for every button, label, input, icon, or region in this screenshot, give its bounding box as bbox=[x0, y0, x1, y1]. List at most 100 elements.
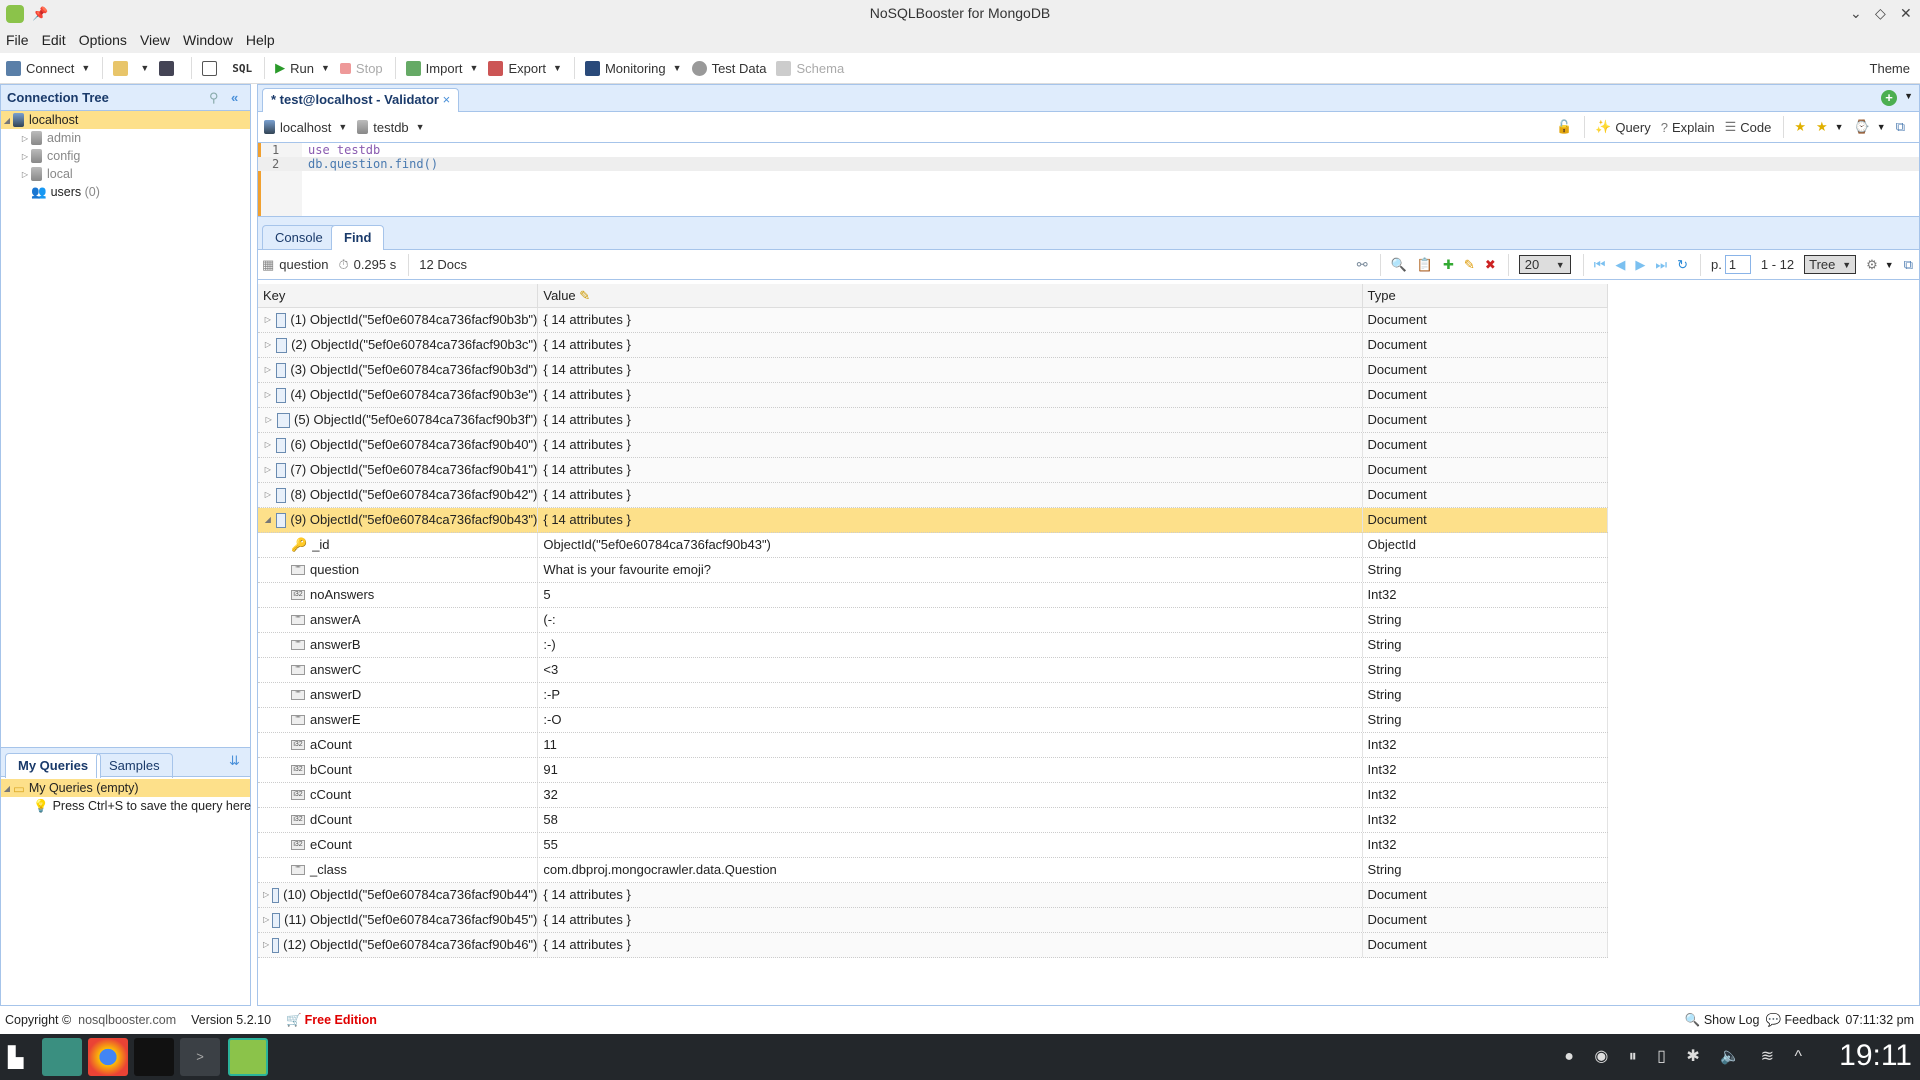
document-row[interactable]: ▷ (12) ObjectId("5ef0e60784ca736facf90b46… bbox=[258, 933, 1608, 958]
document-row[interactable]: ▷ (7) ObjectId("5ef0e60784ca736facf90b41"… bbox=[258, 458, 1608, 483]
refresh-icon[interactable]: ↻ bbox=[1677, 257, 1688, 273]
feedback-button[interactable]: 💬 Feedback bbox=[1765, 1013, 1839, 1028]
maximize-results-icon[interactable]: ⧉ bbox=[1904, 257, 1913, 273]
tab-find[interactable]: Find bbox=[331, 225, 385, 250]
value-cell[interactable]: What is your favourite emoji? bbox=[538, 558, 1363, 582]
page-size-select[interactable]: 20 ▼ bbox=[1518, 255, 1571, 274]
view-document-icon[interactable]: 🔍 bbox=[1391, 257, 1407, 273]
value-cell[interactable]: (-: bbox=[538, 608, 1363, 632]
value-cell[interactable]: 11 bbox=[538, 733, 1363, 757]
document-row[interactable]: ◢ (9) ObjectId("5ef0e60784ca736facf90b43"… bbox=[258, 508, 1608, 533]
view-mode-select[interactable]: Tree ▼ bbox=[1804, 255, 1857, 274]
field-row[interactable]: i32 bCount 91 Int32 bbox=[258, 758, 1608, 783]
minimize-icon[interactable]: ⌄ bbox=[1850, 0, 1862, 27]
collapse-panel-icon[interactable]: « bbox=[231, 90, 238, 105]
tree-item-admin[interactable]: ▷ admin bbox=[1, 129, 250, 147]
collapsed-icon[interactable]: ▷ bbox=[263, 933, 269, 957]
database-select[interactable]: testdb ▼ bbox=[357, 120, 425, 135]
open-button[interactable]: ▼ bbox=[113, 60, 149, 76]
favorites-icon[interactable]: ★ ▼ bbox=[1816, 119, 1844, 135]
column-value[interactable]: Value ✎ bbox=[538, 284, 1363, 307]
add-favorite-icon[interactable]: ★ bbox=[1794, 119, 1806, 135]
document-row[interactable]: ▷ (10) ObjectId("5ef0e60784ca736facf90b44… bbox=[258, 883, 1608, 908]
value-cell[interactable]: 91 bbox=[538, 758, 1363, 782]
field-row[interactable]: "" question What is your favourite emoji? S… bbox=[258, 558, 1608, 583]
tab-samples[interactable]: Samples bbox=[96, 753, 173, 778]
value-cell[interactable]: <3 bbox=[538, 658, 1363, 682]
stop-button[interactable]: Stop bbox=[339, 61, 383, 76]
field-row[interactable]: i32 cCount 32 Int32 bbox=[258, 783, 1608, 808]
shell-button[interactable] bbox=[202, 60, 222, 76]
collapsed-icon[interactable]: ▷ bbox=[263, 483, 273, 507]
expanded-icon[interactable]: ◢ bbox=[263, 508, 273, 532]
document-row[interactable]: ▷ (6) ObjectId("5ef0e60784ca736facf90b40"… bbox=[258, 433, 1608, 458]
value-cell[interactable]: 32 bbox=[538, 783, 1363, 807]
nosqlbooster-app-icon[interactable] bbox=[228, 1038, 268, 1076]
field-row[interactable]: i32 noAnswers 5 Int32 bbox=[258, 583, 1608, 608]
history-icon[interactable]: ⌚ ▼ bbox=[1854, 119, 1886, 135]
field-row[interactable]: "" answerC <3 String bbox=[258, 658, 1608, 683]
collapsed-icon[interactable]: ▷ bbox=[263, 883, 269, 907]
collapsed-icon[interactable]: ▷ bbox=[263, 908, 269, 932]
value-cell[interactable]: { 14 attributes } bbox=[538, 508, 1363, 532]
collapsed-icon[interactable]: ▷ bbox=[263, 308, 273, 332]
chrome-app-icon[interactable] bbox=[88, 1038, 128, 1076]
value-cell[interactable]: :-O bbox=[538, 708, 1363, 732]
value-cell[interactable]: :-P bbox=[538, 683, 1363, 707]
field-row[interactable]: "" _class com.dbproj.mongocrawler.data.Que… bbox=[258, 858, 1608, 883]
prev-page-icon[interactable]: ◀ bbox=[1615, 257, 1625, 273]
document-row[interactable]: ▷ (11) ObjectId("5ef0e60784ca736facf90b45… bbox=[258, 908, 1608, 933]
close-icon[interactable]: ✕ bbox=[1900, 0, 1912, 27]
settings-icon[interactable]: ⚙ ▼ bbox=[1866, 257, 1894, 273]
maximize-icon[interactable]: ◇ bbox=[1875, 0, 1886, 27]
start-menu-icon[interactable]: ▙ bbox=[8, 1045, 23, 1070]
first-page-icon[interactable]: ⏮ bbox=[1594, 257, 1606, 273]
document-row[interactable]: ▷ (1) ObjectId("5ef0e60784ca736facf90b3b"… bbox=[258, 308, 1608, 333]
menu-help[interactable]: Help bbox=[246, 32, 275, 48]
menu-window[interactable]: Window bbox=[183, 32, 233, 48]
delete-document-icon[interactable]: ✖ bbox=[1485, 257, 1496, 273]
value-cell[interactable]: ObjectId("5ef0e60784ca736facf90b43") bbox=[538, 533, 1363, 557]
expand-down-icon[interactable]: ⇊ bbox=[229, 753, 240, 769]
value-cell[interactable]: 5 bbox=[538, 583, 1363, 607]
menu-options[interactable]: Options bbox=[79, 32, 127, 48]
tree-item-users[interactable]: 👥 users (0) bbox=[1, 183, 250, 201]
maximize-editor-icon[interactable]: ⧉ bbox=[1896, 119, 1905, 135]
export-button[interactable]: Export ▼ bbox=[488, 60, 562, 76]
chevron-down-icon[interactable]: ▼ bbox=[1904, 91, 1913, 101]
field-row[interactable]: "" answerA (-: String bbox=[258, 608, 1608, 633]
collapsed-icon[interactable]: ▷ bbox=[263, 458, 273, 482]
field-row[interactable]: "" answerB:-) String bbox=[258, 633, 1608, 658]
value-cell[interactable]: 58 bbox=[538, 808, 1363, 832]
field-row[interactable]: 🔑 _id ObjectId("5ef0e60784ca736facf90b43")… bbox=[258, 533, 1608, 558]
document-row[interactable]: ▷ (4) ObjectId("5ef0e60784ca736facf90b3e"… bbox=[258, 383, 1608, 408]
value-cell[interactable]: { 14 attributes } bbox=[538, 408, 1363, 432]
collapsed-icon[interactable]: ▷ bbox=[263, 333, 273, 357]
menu-file[interactable]: File bbox=[6, 32, 29, 48]
run-button[interactable]: ▶ Run ▼ bbox=[275, 60, 330, 76]
tab-validator[interactable]: * test@localhost - Validator × bbox=[262, 88, 460, 112]
test-data-button[interactable]: Test Data bbox=[691, 60, 766, 76]
tab-console[interactable]: Console bbox=[262, 225, 336, 250]
value-cell[interactable]: { 14 attributes } bbox=[538, 458, 1363, 482]
explain-button[interactable]: ? Explain bbox=[1661, 120, 1715, 135]
value-cell[interactable]: { 14 attributes } bbox=[538, 483, 1363, 507]
collapsed-icon[interactable]: ▷ bbox=[263, 383, 273, 407]
collapsed-icon[interactable]: ▷ bbox=[263, 433, 273, 457]
sql-button[interactable]: SQL bbox=[232, 62, 252, 75]
menu-view[interactable]: View bbox=[140, 32, 170, 48]
import-button[interactable]: Import ▼ bbox=[405, 60, 478, 76]
menu-edit[interactable]: Edit bbox=[42, 32, 66, 48]
collapsed-icon[interactable]: ▷ bbox=[19, 134, 31, 143]
code-button[interactable]: ☰ Code bbox=[1725, 119, 1772, 135]
value-cell[interactable]: { 14 attributes } bbox=[538, 308, 1363, 332]
collapsed-icon[interactable]: ▷ bbox=[19, 152, 31, 161]
theme-button[interactable]: Theme bbox=[1870, 61, 1910, 76]
connection-select[interactable]: localhost ▼ bbox=[264, 120, 347, 135]
collapsed-icon[interactable]: ▷ bbox=[19, 170, 31, 179]
value-cell[interactable]: { 14 attributes } bbox=[538, 908, 1363, 932]
field-row[interactable]: i32 aCount 11 Int32 bbox=[258, 733, 1608, 758]
field-row[interactable]: "" answerD:-P String bbox=[258, 683, 1608, 708]
document-row[interactable]: ▷ (8) ObjectId("5ef0e60784ca736facf90b42"… bbox=[258, 483, 1608, 508]
next-page-icon[interactable]: ▶ bbox=[1635, 257, 1645, 273]
